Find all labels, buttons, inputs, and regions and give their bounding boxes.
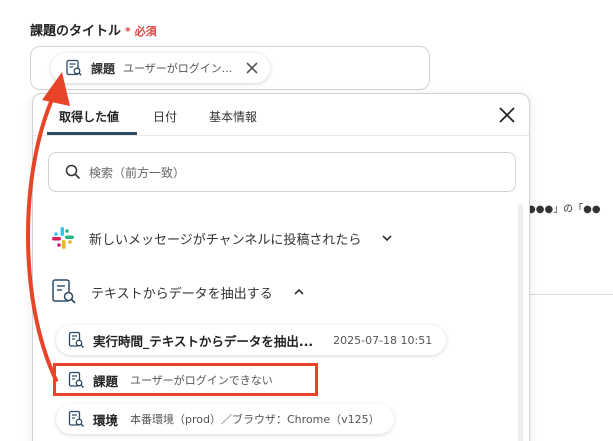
tab-date[interactable]: 日付 (153, 108, 177, 125)
section-label: テキストからデータを抽出する (91, 286, 273, 302)
tab-bar: 取得した値 日付 基本情報 (33, 94, 529, 136)
search-placeholder: 検索（前方一致） (89, 165, 186, 180)
scrollbar[interactable] (518, 204, 523, 441)
chevron-up-icon (294, 288, 304, 295)
field-label: 課題のタイトル * 必須 (30, 20, 157, 39)
background-divider (530, 294, 613, 295)
remove-chip-icon[interactable] (244, 60, 260, 76)
document-search-icon (68, 410, 84, 427)
background-text: ●●●」の「●● (527, 204, 601, 215)
section-slack-trigger[interactable]: 新しいメッセージがチャンネルに投稿されたら (51, 226, 393, 250)
chevron-down-icon (382, 235, 392, 242)
document-search-icon (52, 279, 76, 304)
list-item[interactable]: 環境 本番環境（prod）／ブラウザ：Chrome（v125） (56, 404, 394, 434)
document-search-icon (66, 59, 82, 76)
document-search-icon (68, 331, 84, 348)
tab-basic-info[interactable]: 基本情報 (209, 108, 257, 125)
search-input[interactable]: 検索（前方一致） (48, 152, 516, 192)
highlight-box (53, 363, 318, 396)
close-icon[interactable] (497, 105, 517, 125)
slack-icon (52, 227, 74, 249)
section-label: 新しいメッセージがチャンネルに投稿されたら (89, 232, 362, 248)
active-tab-indicator (47, 132, 137, 135)
item-name: 環境 (93, 412, 119, 428)
item-name: 実行時間_テキストからデータを抽出... (93, 333, 314, 349)
chip-value: ユーザーがログイン... (123, 62, 233, 75)
list-item[interactable]: 実行時間_テキストからデータを抽出... 2025-07-18 10:51 (56, 325, 447, 355)
input-value-chip[interactable]: 課題 ユーザーがログイン... (51, 53, 271, 83)
item-timestamp: 2025-07-18 10:51 (333, 333, 433, 347)
search-icon (65, 164, 81, 180)
item-value: 本番環境（prod）／ブラウザ：Chrome（v125） (130, 413, 380, 426)
section-extract-data[interactable]: テキストからデータを抽出する (51, 278, 305, 306)
required-mark: * 必須 (125, 25, 157, 38)
field-label-text: 課題のタイトル (30, 24, 122, 39)
chip-name: 課題 (91, 61, 116, 76)
tab-acquired-values[interactable]: 取得した値 (59, 108, 119, 125)
title-input[interactable]: 課題 ユーザーがログイン... (30, 46, 430, 90)
